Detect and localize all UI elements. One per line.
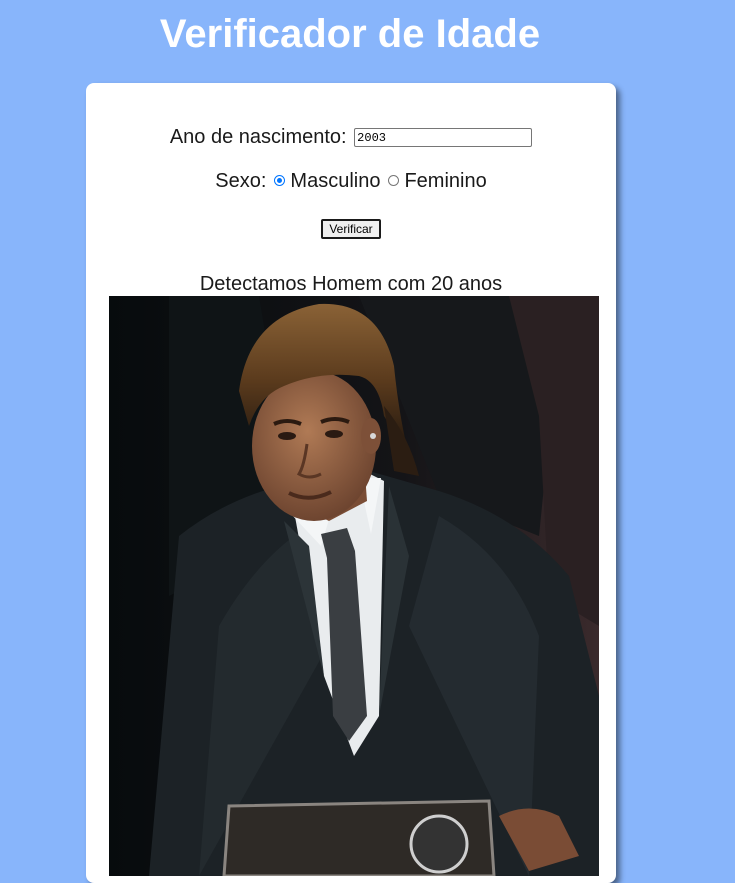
sex-radio-male[interactable]	[274, 175, 286, 187]
verifier-card: Ano de nascimento: Sexo: Masculino Feminin…	[86, 83, 616, 883]
birth-year-row: Ano de nascimento:	[86, 125, 616, 149]
person-photo-illustration	[109, 296, 599, 876]
birth-year-input[interactable]	[354, 128, 533, 148]
page-title: Verificador de Idade	[159, 12, 541, 56]
verify-row: Verificar	[86, 215, 616, 239]
sex-radio-female[interactable]	[388, 175, 400, 187]
sex-option-male-label[interactable]: Masculino	[290, 170, 380, 192]
birth-year-label: Ano de nascimento:	[169, 126, 347, 148]
result-photo	[109, 296, 599, 876]
sex-option-female-label[interactable]: Feminino	[404, 170, 486, 192]
result-text: Detectamos Homem com 20 anos	[199, 273, 503, 295]
sex-row: Sexo: Masculino Feminino	[86, 169, 616, 193]
sex-label: Sexo:	[215, 170, 267, 192]
verify-button[interactable]: Verificar	[321, 219, 381, 239]
